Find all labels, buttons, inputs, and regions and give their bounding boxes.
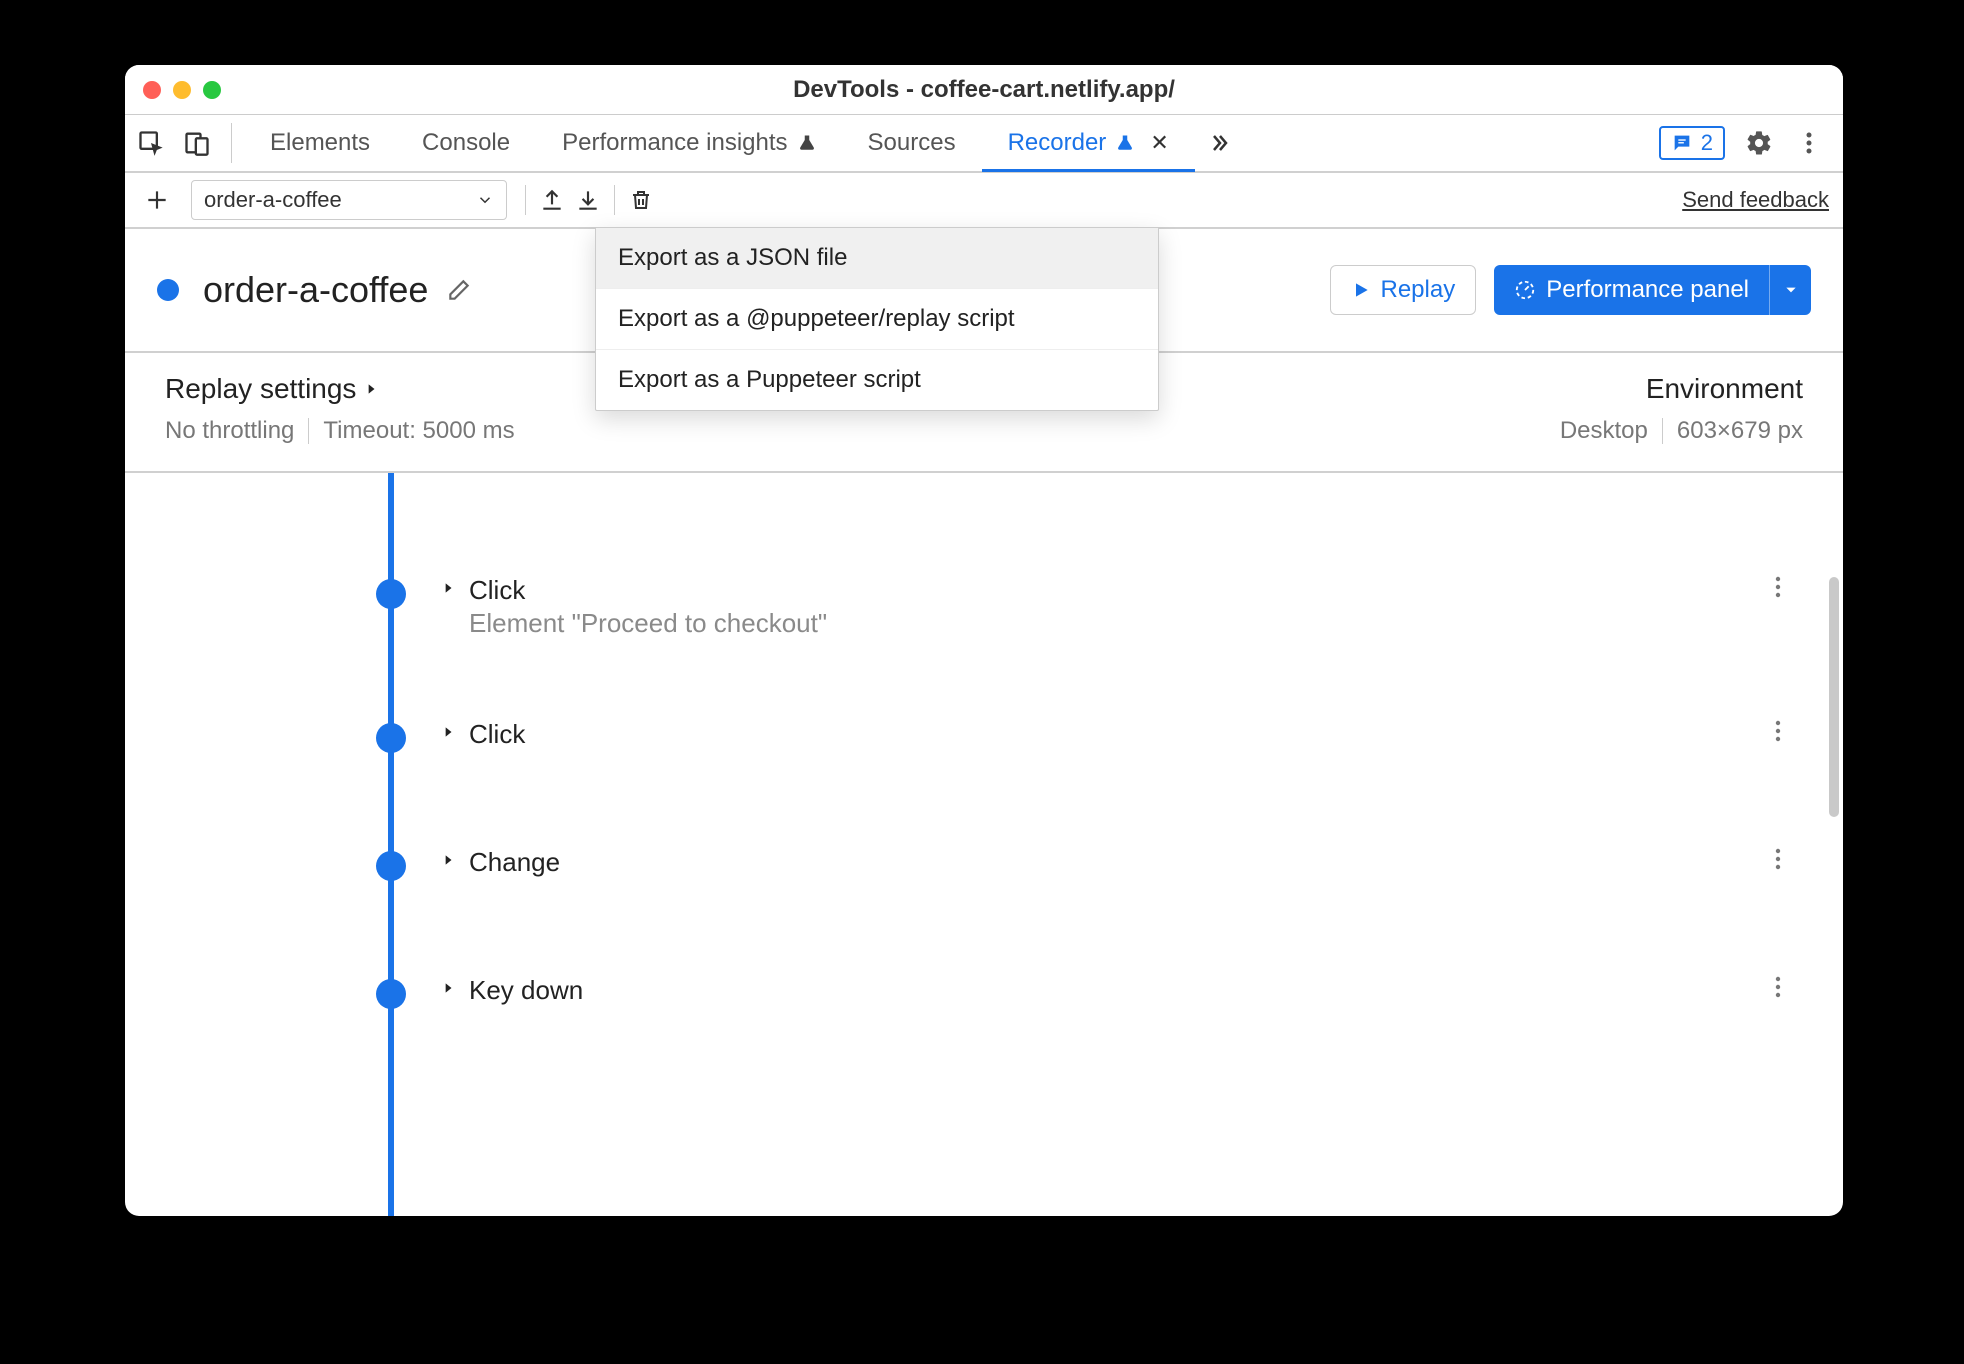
recording-select[interactable]: order-a-coffee [191, 180, 507, 220]
new-recording-button[interactable] [139, 182, 175, 218]
step-menu-icon[interactable] [1775, 847, 1785, 871]
recording-select-value: order-a-coffee [204, 187, 342, 213]
performance-panel-label: Performance panel [1546, 276, 1749, 304]
devtools-window: DevTools - coffee-cart.netlify.app/ Elem… [125, 65, 1843, 1216]
maximize-window-button[interactable] [203, 81, 221, 99]
steps-area: Click Element "Proceed to checkout" Clic… [125, 473, 1843, 1216]
step-detail: Element "Proceed to checkout" [469, 608, 827, 639]
flask-icon [1116, 133, 1134, 153]
expand-step-icon[interactable] [441, 575, 455, 597]
step-menu-icon[interactable] [1775, 719, 1785, 743]
scrollbar-thumb[interactable] [1829, 577, 1839, 817]
close-tab-icon[interactable]: ✕ [1150, 130, 1168, 156]
tab-label: Elements [270, 129, 370, 157]
step-node [376, 723, 406, 753]
chevron-down-icon [476, 191, 494, 209]
traffic-lights [125, 81, 221, 99]
divider [525, 185, 526, 215]
divider [308, 418, 309, 444]
export-menu: Export as a JSON file Export as a @puppe… [595, 227, 1159, 411]
device-toolbar-icon[interactable] [181, 127, 213, 159]
recording-status-dot [157, 279, 179, 301]
throttling-value: No throttling [165, 417, 294, 445]
viewport-value: 603×679 px [1677, 417, 1803, 445]
device-value: Desktop [1560, 417, 1648, 445]
step-menu-icon[interactable] [1775, 975, 1785, 999]
expand-step-icon[interactable] [441, 975, 455, 997]
export-replay-script-option[interactable]: Export as a @puppeteer/replay script [596, 289, 1158, 350]
tab-elements[interactable]: Elements [244, 116, 396, 172]
import-icon[interactable] [572, 184, 604, 216]
step-label: Key down [469, 975, 583, 1006]
kebab-menu-icon[interactable] [1793, 127, 1825, 159]
recorder-toolbar: order-a-coffee Send feedback [125, 173, 1843, 229]
tab-performance-insights[interactable]: Performance insights [536, 116, 841, 172]
minimize-window-button[interactable] [173, 81, 191, 99]
inspect-element-icon[interactable] [135, 127, 167, 159]
gauge-icon [1514, 279, 1536, 301]
divider [614, 185, 615, 215]
recording-title: order-a-coffee [203, 269, 428, 311]
timeout-value: Timeout: 5000 ms [323, 417, 514, 445]
tab-console[interactable]: Console [396, 116, 536, 172]
replay-button[interactable]: Replay [1330, 265, 1477, 315]
replay-settings-summary: No throttling Timeout: 5000 ms [165, 417, 515, 445]
caret-right-icon [364, 380, 378, 398]
replay-settings-toggle[interactable]: Replay settings [165, 373, 515, 405]
tab-label: Performance insights [562, 129, 787, 157]
replay-label: Replay [1381, 276, 1456, 304]
send-feedback-link[interactable]: Send feedback [1682, 187, 1829, 213]
environment-label: Environment [1646, 373, 1803, 405]
replay-settings-label: Replay settings [165, 373, 356, 405]
step-row[interactable]: Change [125, 829, 1825, 913]
step-node [376, 579, 406, 609]
export-json-option[interactable]: Export as a JSON file [596, 228, 1158, 289]
tab-recorder[interactable]: Recorder ✕ [982, 116, 1195, 172]
flask-icon [798, 133, 816, 153]
expand-step-icon[interactable] [441, 847, 455, 869]
tab-label: Recorder [1008, 129, 1107, 157]
panel-tabbar: Elements Console Performance insights So… [125, 115, 1843, 173]
step-row[interactable]: Key down [125, 957, 1825, 1041]
step-label: Click [469, 575, 827, 606]
divider [1662, 418, 1663, 444]
expand-step-icon[interactable] [441, 719, 455, 741]
issues-badge[interactable]: 2 [1659, 126, 1725, 160]
caret-down-icon [1784, 283, 1798, 297]
step-node [376, 851, 406, 881]
export-puppeteer-option[interactable]: Export as a Puppeteer script [596, 350, 1158, 410]
more-tabs-icon[interactable] [1195, 131, 1243, 155]
delete-icon[interactable] [625, 184, 657, 216]
tab-label: Console [422, 129, 510, 157]
performance-panel-button[interactable]: Performance panel [1494, 265, 1769, 315]
performance-panel-dropdown[interactable] [1769, 265, 1811, 315]
scrollbar[interactable] [1825, 473, 1843, 1216]
step-menu-icon[interactable] [1775, 575, 1785, 599]
play-icon [1351, 280, 1371, 300]
issues-count: 2 [1701, 130, 1713, 156]
step-row[interactable]: Click Element "Proceed to checkout" [125, 557, 1825, 657]
environment-summary: Desktop 603×679 px [1560, 417, 1803, 445]
tab-label: Sources [868, 129, 956, 157]
step-label: Click [469, 719, 525, 750]
step-row[interactable]: Click [125, 701, 1825, 785]
titlebar: DevTools - coffee-cart.netlify.app/ [125, 65, 1843, 115]
step-label: Change [469, 847, 560, 878]
chat-icon [1671, 132, 1693, 154]
step-node [376, 979, 406, 1009]
close-window-button[interactable] [143, 81, 161, 99]
settings-gear-icon[interactable] [1743, 127, 1775, 159]
export-icon[interactable] [536, 184, 568, 216]
tab-sources[interactable]: Sources [842, 116, 982, 172]
performance-panel-split-button: Performance panel [1494, 265, 1811, 315]
edit-title-icon[interactable] [446, 277, 472, 303]
window-title: DevTools - coffee-cart.netlify.app/ [125, 76, 1843, 104]
